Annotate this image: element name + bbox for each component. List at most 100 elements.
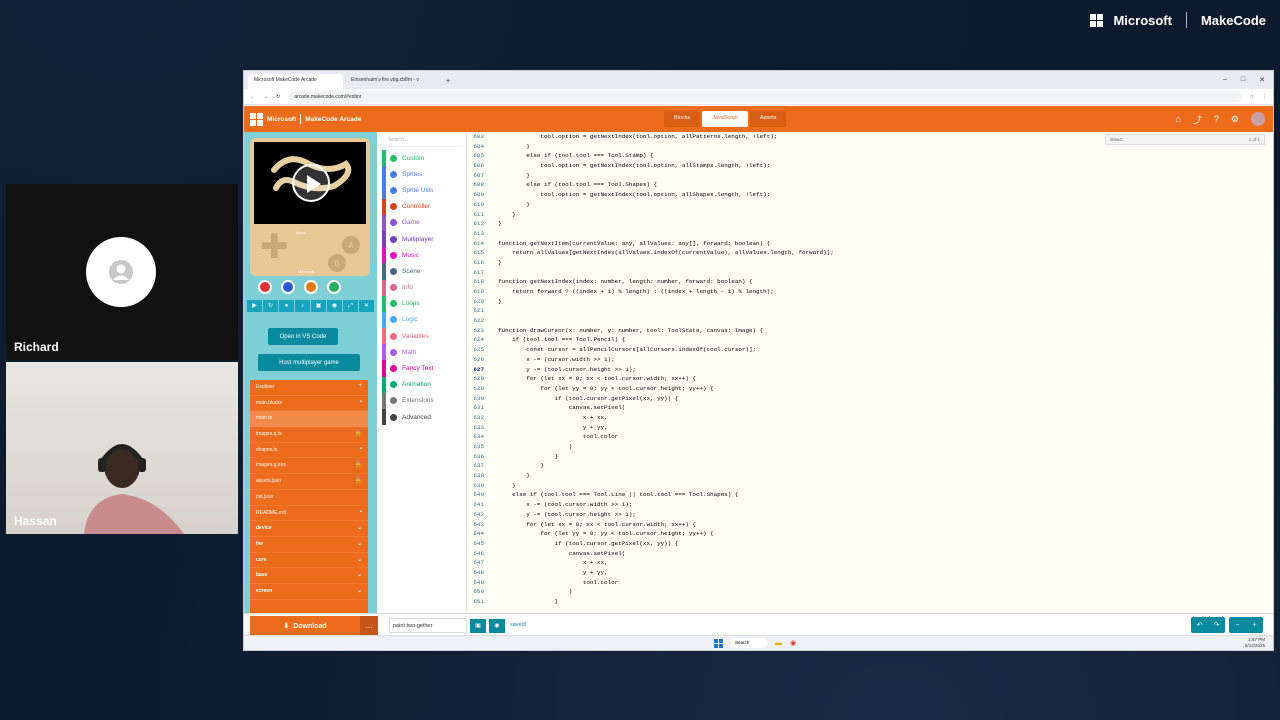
- explorer-item[interactable]: screen ⌄: [250, 584, 368, 600]
- explorer-item-icon[interactable]: ⌄: [357, 540, 362, 547]
- save-icon[interactable]: ▣: [470, 619, 486, 633]
- dpad-icon[interactable]: ✚: [260, 230, 289, 264]
- explorer-item[interactable]: images.g.ts 🔒: [250, 427, 368, 443]
- reload-icon[interactable]: ↻: [276, 94, 280, 100]
- windows-start-icon[interactable]: [714, 638, 723, 648]
- b-button[interactable]: B: [328, 254, 346, 272]
- explorer-item[interactable]: hw ⌄: [250, 537, 368, 553]
- explorer-item[interactable]: shapes.ts ▪: [250, 443, 368, 459]
- category-music[interactable]: Music: [382, 247, 466, 264]
- explorer-item[interactable]: base ⌄: [250, 568, 368, 584]
- player-4-indicator[interactable]: [327, 280, 341, 294]
- javascript-mode-button[interactable]: JavaScript: [702, 111, 748, 127]
- explorer-item[interactable]: Explorer +: [250, 380, 368, 396]
- explorer-item-icon[interactable]: ⌄: [357, 571, 362, 578]
- player-2-indicator[interactable]: [281, 280, 295, 294]
- debug-icon[interactable]: ●: [279, 300, 294, 312]
- category-math[interactable]: Math: [382, 344, 466, 361]
- player-1-indicator[interactable]: [258, 280, 272, 294]
- category-fancy-text[interactable]: Fancy Text: [382, 360, 466, 377]
- explorer-item[interactable]: README.md ▪: [250, 506, 368, 522]
- explorer-item[interactable]: main.blocks ▪: [250, 396, 368, 412]
- participant-tile-hassan[interactable]: Hassan: [6, 362, 238, 534]
- profile-icon[interactable]: [1251, 112, 1265, 126]
- explorer-item-icon[interactable]: 🔒: [355, 477, 362, 484]
- category-animation[interactable]: Animation: [382, 376, 466, 393]
- minimize-button[interactable]: –: [1223, 76, 1227, 84]
- category-sprites[interactable]: Sprites: [382, 166, 466, 183]
- close-simulator-icon[interactable]: ✕: [359, 300, 374, 312]
- find-widget[interactable]: drawC 1 of 1: [1105, 134, 1265, 145]
- project-name-input[interactable]: paint two-gether: [389, 618, 467, 633]
- explorer-item-icon[interactable]: ⌄: [357, 524, 362, 531]
- screenshot-icon[interactable]: ▣: [311, 300, 326, 312]
- code-editor[interactable]: 603 tool.option = getNextIndex(tool.opti…: [468, 132, 1273, 613]
- play-icon[interactable]: [292, 164, 330, 202]
- explorer-item-icon[interactable]: 🔒: [355, 461, 362, 468]
- browser-tab[interactable]: Einsenhaim's fire.vbg.cb8m - v: [345, 74, 440, 89]
- sound-icon[interactable]: ♪: [295, 300, 310, 312]
- category-sprite-utils[interactable]: Sprite Utils: [382, 182, 466, 199]
- menu-button[interactable]: Menu: [296, 230, 306, 235]
- url-input[interactable]: arcade.makecode.com/#editor: [288, 91, 1242, 102]
- category-logic[interactable]: Logic: [382, 311, 466, 329]
- bookmark-star-icon[interactable]: ☆: [1250, 94, 1254, 100]
- category-scene[interactable]: Scene: [382, 263, 466, 280]
- more-options-button[interactable]: …: [360, 616, 378, 636]
- maximize-button[interactable]: □: [1241, 76, 1245, 84]
- participant-tile-richard[interactable]: Richard: [6, 184, 238, 360]
- share-icon[interactable]: ⤴: [1193, 113, 1202, 126]
- toolbox-search-input[interactable]: Search...: [386, 135, 462, 147]
- record-icon[interactable]: ◉: [327, 300, 342, 312]
- start-icon[interactable]: ▶: [247, 300, 262, 312]
- player-3-indicator[interactable]: [304, 280, 318, 294]
- home-icon[interactable]: ⌂: [1175, 114, 1180, 124]
- help-icon[interactable]: ?: [1214, 114, 1219, 124]
- open-vscode-button[interactable]: Open in VS Code: [268, 328, 338, 345]
- category-info[interactable]: Info: [382, 279, 466, 296]
- blocks-mode-button[interactable]: Blocks: [664, 111, 701, 127]
- makecode-logo[interactable]: Microsoft: [250, 112, 296, 126]
- settings-icon[interactable]: ⚙: [1231, 114, 1239, 125]
- new-tab-button[interactable]: +: [442, 78, 454, 89]
- a-button[interactable]: A: [342, 236, 360, 254]
- explorer-item[interactable]: images.g.jres 🔒: [250, 458, 368, 475]
- taskbar-search[interactable]: Search: [731, 638, 767, 648]
- browser-tab-active[interactable]: Microsoft MakeCode Arcade: [248, 74, 343, 89]
- game-simulator[interactable]: ✚ A B Menu Microsoft: [250, 138, 370, 276]
- redo-icon[interactable]: ↷: [1214, 621, 1220, 629]
- explorer-item-icon[interactable]: ▪: [360, 399, 362, 405]
- explorer-item-icon[interactable]: 🔒: [355, 430, 362, 437]
- download-button[interactable]: ⬇ Download: [250, 616, 360, 636]
- close-window-button[interactable]: ✕: [1259, 76, 1265, 84]
- explorer-item-icon[interactable]: +: [358, 383, 362, 389]
- category-variables[interactable]: Variables: [382, 328, 466, 345]
- category-advanced[interactable]: Advanced: [382, 409, 466, 426]
- browser-menu-icon[interactable]: ⋮: [1262, 94, 1267, 100]
- zoom-in-icon[interactable]: +: [1252, 622, 1256, 629]
- zoom-out-icon[interactable]: −: [1235, 622, 1239, 629]
- category-controller[interactable]: Controller: [382, 198, 466, 215]
- restart-icon[interactable]: ↻: [263, 300, 278, 312]
- back-icon[interactable]: ←: [250, 94, 255, 100]
- category-multiplayer[interactable]: Multiplayer: [382, 230, 466, 248]
- category-custom[interactable]: Custom: [382, 150, 466, 167]
- assets-mode-button[interactable]: Assets: [749, 111, 787, 127]
- host-multiplayer-button[interactable]: Host multiplayer game: [258, 354, 360, 371]
- explorer-item[interactable]: core ⌄: [250, 553, 368, 569]
- forward-icon[interactable]: →: [263, 94, 268, 100]
- explorer-item-icon[interactable]: ⌄: [357, 587, 362, 594]
- explorer-item-icon[interactable]: ▪: [360, 446, 362, 452]
- explorer-item[interactable]: assets.json 🔒: [250, 474, 368, 490]
- category-loops[interactable]: Loops: [382, 295, 466, 312]
- explorer-item-icon[interactable]: ▪: [360, 509, 362, 515]
- chrome-icon[interactable]: ◉: [790, 639, 796, 647]
- category-extensions[interactable]: Extensions: [382, 392, 466, 409]
- file-explorer-icon[interactable]: ▬: [775, 640, 782, 647]
- fullscreen-icon[interactable]: ⤢: [343, 300, 358, 312]
- explorer-item-icon[interactable]: ⌄: [357, 556, 362, 563]
- github-icon[interactable]: ◉: [489, 619, 505, 633]
- explorer-item[interactable]: device ⌄: [250, 521, 368, 537]
- undo-icon[interactable]: ↶: [1197, 621, 1203, 629]
- explorer-item[interactable]: pxt.json: [250, 490, 368, 506]
